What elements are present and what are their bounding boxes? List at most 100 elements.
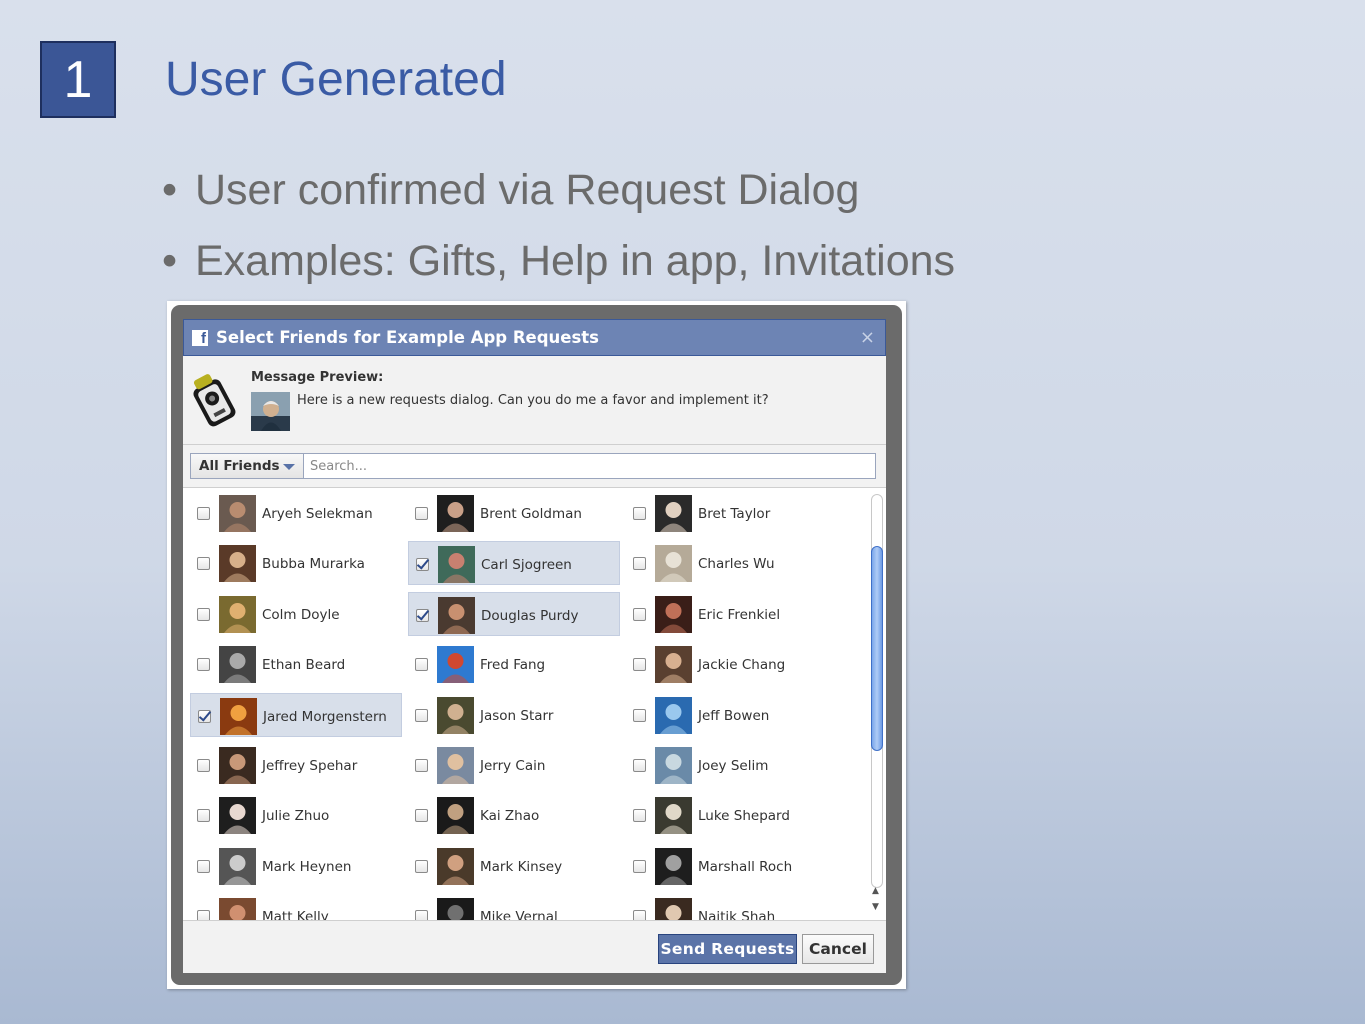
friend-name: Julie Zhuo (262, 808, 330, 825)
send-requests-button[interactable]: Send Requests (658, 934, 797, 964)
scroll-up-icon[interactable]: ▲ (872, 886, 879, 896)
friend-item[interactable]: Matt Kelly (190, 894, 402, 920)
friend-photo (437, 746, 474, 784)
friend-item[interactable]: Douglas Purdy (408, 591, 620, 636)
friend-checkbox[interactable] (633, 809, 646, 823)
friend-checkbox[interactable] (633, 658, 646, 672)
friend-photo (220, 697, 257, 735)
friend-name: Bubba Murarka (262, 556, 365, 573)
filter-label: All Friends (199, 458, 280, 474)
friend-checkbox[interactable] (416, 608, 429, 622)
friend-name: Jackie Chang (698, 657, 786, 674)
friend-checkbox[interactable] (197, 658, 210, 672)
friend-name: Jason Starr (480, 707, 554, 724)
friend-item[interactable]: Naitik Shah (626, 894, 838, 920)
search-input[interactable] (304, 453, 876, 479)
friend-item[interactable]: Marshall Roch (626, 844, 838, 888)
friend-name: Marshall Roch (698, 858, 793, 875)
friend-item[interactable]: Eric Frenkiel (626, 592, 838, 636)
friend-checkbox[interactable] (415, 910, 428, 920)
friend-item[interactable]: Joey Selim (626, 743, 838, 787)
friend-checkbox[interactable] (197, 507, 210, 520)
friend-checkbox[interactable] (415, 809, 428, 823)
friend-item[interactable]: Mark Heynen (190, 844, 402, 888)
friend-name: Luke Shepard (698, 808, 790, 825)
friend-checkbox[interactable] (415, 859, 428, 873)
friend-item[interactable]: Julie Zhuo (190, 793, 402, 837)
friend-item[interactable]: Charles Wu (626, 541, 838, 585)
friend-name: Mike Vernal (480, 909, 558, 920)
friend-photo (655, 898, 692, 920)
friend-name: Aryeh Selekman (262, 506, 373, 522)
friend-checkbox[interactable] (415, 507, 428, 520)
friend-item[interactable]: Jason Starr (408, 693, 620, 737)
friend-photo (219, 495, 256, 532)
friend-checkbox[interactable] (197, 910, 210, 920)
scroll-thumb[interactable] (871, 546, 883, 751)
friend-checkbox[interactable] (633, 910, 646, 920)
friend-photo (219, 797, 256, 835)
friend-checkbox[interactable] (633, 607, 646, 621)
friend-photo (219, 646, 256, 684)
friend-checkbox[interactable] (633, 708, 646, 722)
friend-photo (437, 847, 474, 885)
friend-item[interactable]: Carl Sjogreen (408, 541, 620, 586)
friend-checkbox[interactable] (197, 859, 210, 873)
friend-name: Matt Kelly (262, 909, 329, 920)
dialog-frame: f Select Friends for Example App Request… (171, 305, 902, 985)
friend-checkbox[interactable] (197, 758, 210, 772)
friend-item[interactable]: Aryeh Selekman (190, 491, 402, 535)
friend-name: Jerry Cain (480, 757, 546, 774)
friend-item[interactable]: Fred Fang (408, 642, 620, 686)
cancel-button[interactable]: Cancel (802, 934, 874, 964)
friend-checkbox[interactable] (415, 708, 428, 722)
friend-photo (437, 797, 474, 835)
friend-name: Carl Sjogreen (481, 557, 572, 574)
close-icon[interactable]: × (860, 327, 875, 348)
friends-filter-dropdown[interactable]: All Friends (190, 453, 304, 479)
friend-item[interactable]: Mark Kinsey (408, 844, 620, 888)
friend-item[interactable]: Bubba Murarka (190, 541, 402, 585)
friend-checkbox[interactable] (633, 859, 646, 873)
friend-photo (219, 595, 256, 633)
friend-item[interactable]: Colm Doyle (190, 592, 402, 636)
dialog-footer: Send Requests Cancel (183, 920, 886, 973)
friend-photo (655, 797, 692, 835)
friend-name: Eric Frenkiel (698, 606, 781, 623)
friend-photo (219, 898, 256, 920)
friend-item[interactable]: Jared Morgenstern (190, 692, 402, 737)
friend-item[interactable]: Luke Shepard (626, 793, 838, 837)
friend-photo (438, 546, 475, 584)
dialog-screenshot: f Select Friends for Example App Request… (167, 301, 906, 989)
friend-checkbox[interactable] (198, 709, 211, 723)
scroll-down-icon[interactable]: ▼ (872, 902, 879, 912)
friend-photo (219, 746, 256, 784)
friend-name: Colm Doyle (262, 606, 340, 623)
friend-name: Ethan Beard (262, 657, 346, 674)
bullet-text: Examples: Gifts, Help in app, Invitation… (195, 237, 956, 285)
friend-item[interactable]: Jeffrey Spehar (190, 743, 402, 787)
friend-item[interactable]: Jerry Cain (408, 743, 620, 787)
friend-item[interactable]: Ethan Beard (190, 642, 402, 686)
preview-label: Message Preview: (251, 370, 384, 385)
friend-item[interactable]: Bret Taylor (626, 491, 838, 535)
friend-item[interactable]: Brent Goldman (408, 491, 620, 535)
friend-checkbox[interactable] (197, 557, 210, 571)
friend-checkbox[interactable] (633, 507, 646, 520)
friend-item[interactable]: Kai Zhao (408, 793, 620, 837)
friend-checkbox[interactable] (633, 758, 646, 772)
friend-checkbox[interactable] (197, 809, 210, 823)
friend-item[interactable]: Jeff Bowen (626, 693, 838, 737)
friend-checkbox[interactable] (197, 607, 210, 621)
friend-photo (655, 746, 692, 784)
friend-grid: Aryeh Selekman Brent Goldman Bret Taylor Bu… (190, 488, 844, 920)
friend-item[interactable]: Mike Vernal (408, 894, 620, 920)
friend-name: Jeff Bowen (698, 707, 770, 724)
bullet-list: • User confirmed via Request Dialog • Exam… (162, 163, 955, 305)
friend-checkbox[interactable] (415, 658, 428, 672)
friend-checkbox[interactable] (416, 558, 429, 572)
friend-checkbox[interactable] (415, 758, 428, 772)
friend-checkbox[interactable] (633, 557, 646, 571)
friend-item[interactable]: Jackie Chang (626, 642, 838, 686)
vertical-scrollbar[interactable]: ▲ ▼ (868, 488, 885, 920)
